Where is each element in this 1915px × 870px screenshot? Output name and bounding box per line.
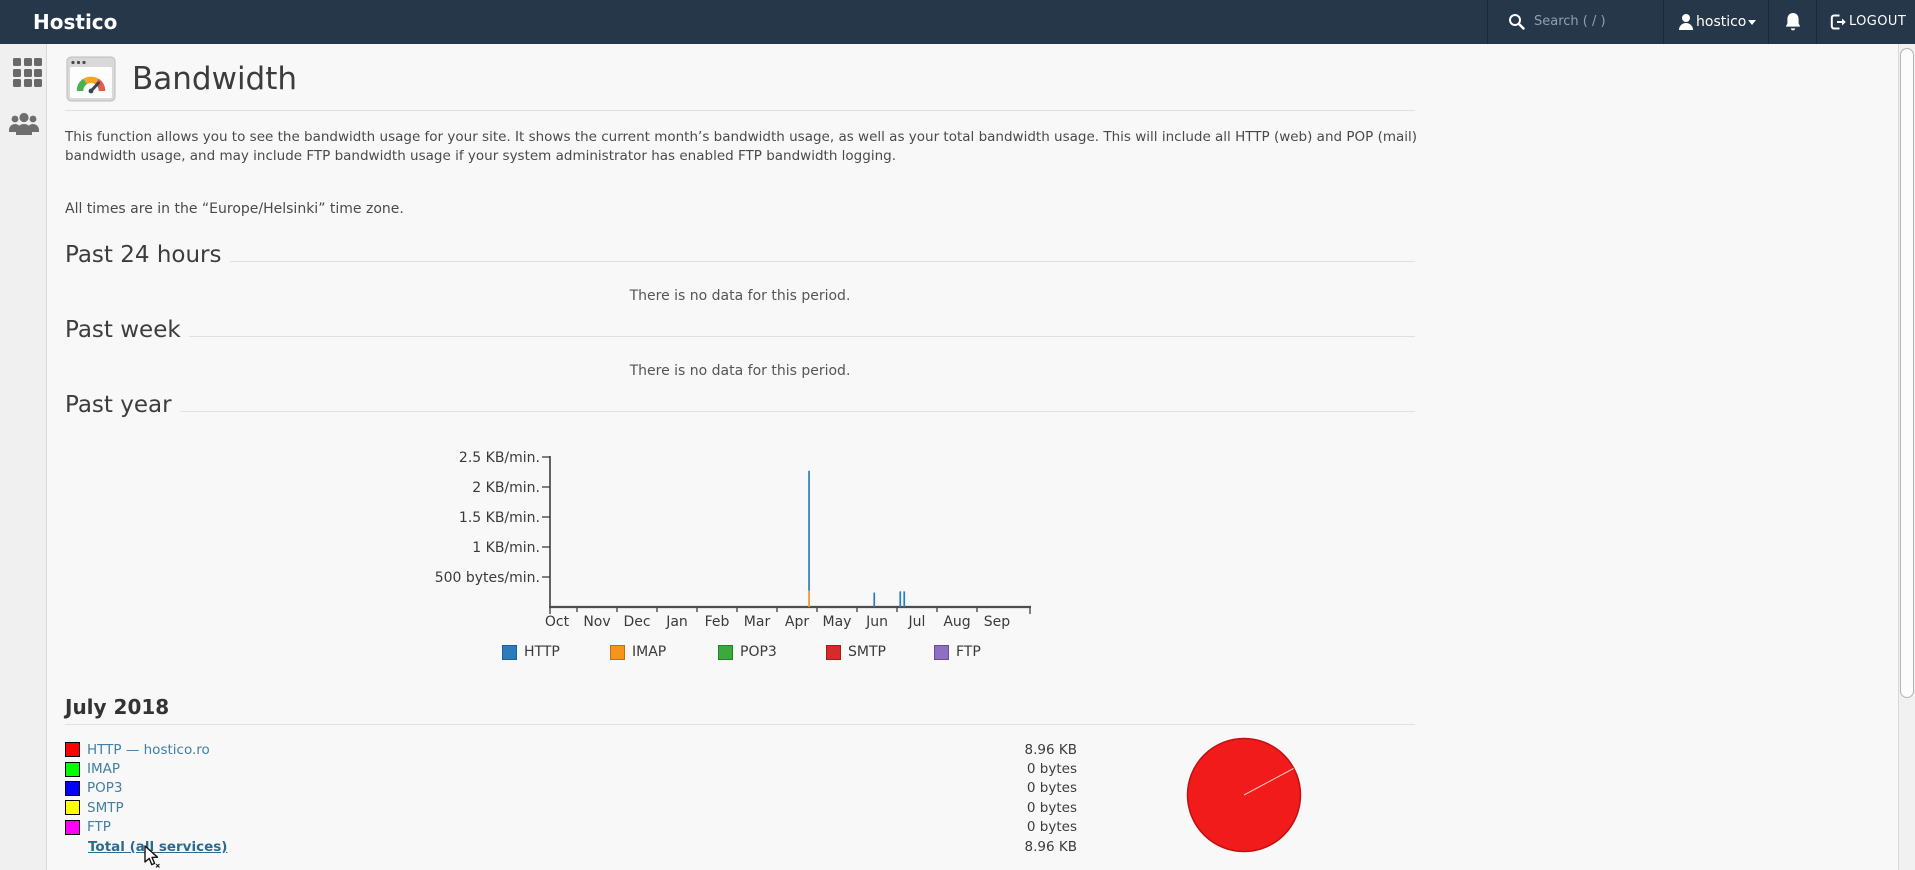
service-swatch-smtp (65, 800, 80, 816)
svg-text:Aug: Aug (943, 614, 970, 630)
svg-text:1.5 KB/min.: 1.5 KB/min. (459, 510, 540, 526)
page-description: This function allows you to see the band… (65, 129, 1418, 165)
past-year-chart: 2.5 KB/min. 2 KB/min. 1.5 KB/min. 1 KB/m… (430, 445, 1050, 649)
legend-swatch-smtp (826, 644, 841, 660)
service-value: 0 bytes (1026, 761, 1077, 778)
service-swatch-imap (65, 761, 80, 777)
legend-swatch-imap (610, 644, 625, 660)
service-link-http[interactable]: HTTP — hostico.ro (87, 742, 210, 758)
legend-swatch-ftp (934, 644, 949, 660)
service-link-imap[interactable]: IMAP (87, 761, 120, 777)
axis-ticks (542, 456, 1031, 614)
svg-text:Apr: Apr (785, 614, 809, 630)
brand-logo[interactable]: Hostico (33, 0, 117, 44)
service-link-smtp[interactable]: SMTP (87, 800, 124, 816)
svg-text:Feb: Feb (705, 614, 730, 630)
user-icon (1678, 13, 1694, 34)
svg-text:1 KB/min.: 1 KB/min. (472, 540, 540, 556)
table-row: FTP 0 bytes (65, 818, 1077, 837)
x-axis-labels: Oct Nov Dec Jan Feb Mar Apr May Jun Jul … (545, 614, 1010, 630)
svg-text:Jan: Jan (665, 614, 688, 630)
header-divider (1768, 0, 1769, 44)
legend-item: POP3 (718, 644, 826, 660)
month-section-title: July 2018 (65, 695, 170, 719)
svg-text:Jun: Jun (865, 614, 888, 630)
header-divider (1487, 0, 1488, 44)
service-value: 8.96 KB (1024, 741, 1077, 758)
timezone-note: All times are in the “Europe/Helsinki” t… (65, 201, 404, 217)
table-row-total: Total (all services) 8.96 KB (65, 837, 1077, 856)
month-section-divider (65, 724, 1415, 725)
svg-text:Nov: Nov (583, 614, 610, 630)
apps-grid-icon[interactable] (13, 58, 42, 87)
service-swatch-pop3 (65, 780, 80, 796)
service-swatch-http (65, 742, 80, 758)
july-usage-pie-chart (1186, 737, 1302, 853)
svg-text:2.5 KB/min.: 2.5 KB/min. (459, 450, 540, 466)
legend-item: SMTP (826, 644, 934, 660)
vertical-scrollbar[interactable] (1898, 44, 1915, 870)
bandwidth-spikes (808, 470, 906, 607)
chevron-down-icon[interactable] (1748, 20, 1756, 25)
service-value: 0 bytes (1026, 799, 1077, 816)
scrollbar-thumb[interactable] (1900, 48, 1914, 698)
logout-icon[interactable] (1830, 14, 1847, 34)
mouse-cursor (144, 845, 160, 868)
service-value: 0 bytes (1026, 819, 1077, 836)
svg-text:Oct: Oct (545, 614, 570, 630)
section-past-week: Past week (65, 317, 1415, 343)
legend-swatch-http (502, 644, 517, 660)
svg-text:Dec: Dec (623, 614, 650, 630)
bandwidth-table: HTTP — hostico.ro 8.96 KB IMAP 0 bytes P… (65, 740, 1077, 856)
total-value: 8.96 KB (1024, 838, 1077, 855)
service-link-ftp[interactable]: FTP (87, 819, 111, 835)
legend-item: IMAP (610, 644, 718, 660)
section-title: Past year (65, 392, 172, 418)
section-title: Past week (65, 317, 181, 343)
legend-item: FTP (934, 644, 1042, 660)
svg-text:May: May (823, 614, 852, 630)
table-row: IMAP 0 bytes (65, 759, 1077, 778)
section-past-24-hours: Past 24 hours (65, 242, 1415, 268)
user-menu[interactable]: hostico (1696, 0, 1746, 44)
service-value: 0 bytes (1026, 780, 1077, 797)
left-sidebar (0, 44, 47, 870)
users-group-icon[interactable] (7, 108, 41, 144)
search-icon[interactable] (1508, 13, 1525, 34)
y-axis-labels: 2.5 KB/min. 2 KB/min. 1.5 KB/min. 1 KB/m… (435, 450, 540, 586)
header-divider (1663, 0, 1664, 44)
table-row: POP3 0 bytes (65, 779, 1077, 798)
table-row: SMTP 0 bytes (65, 798, 1077, 817)
chart-legend: HTTP IMAP POP3 SMTP FTP (502, 644, 1042, 660)
top-navbar: Hostico Search ( / ) hostico LOGOUT (0, 0, 1915, 44)
page-title: Bandwidth (132, 61, 298, 97)
no-data-message: There is no data for this period. (629, 288, 851, 304)
service-swatch-ftp (65, 819, 80, 835)
logout-button[interactable]: LOGOUT (1849, 0, 1906, 44)
svg-text:Jul: Jul (908, 614, 926, 630)
title-divider (65, 110, 1415, 111)
no-data-message: There is no data for this period. (629, 363, 851, 379)
service-link-pop3[interactable]: POP3 (87, 780, 123, 796)
header-divider (1816, 0, 1817, 44)
svg-text:500 bytes/min.: 500 bytes/min. (435, 570, 540, 586)
svg-text:2 KB/min.: 2 KB/min. (472, 480, 540, 496)
table-row: HTTP — hostico.ro 8.96 KB (65, 740, 1077, 759)
svg-text:Sep: Sep (984, 614, 1011, 630)
bandwidth-app-icon (66, 56, 116, 102)
legend-swatch-pop3 (718, 644, 733, 660)
legend-item: HTTP (502, 644, 610, 660)
section-title: Past 24 hours (65, 242, 222, 268)
page-header: Bandwidth (66, 56, 297, 102)
search-input[interactable]: Search ( / ) (1534, 14, 1606, 29)
svg-text:Mar: Mar (744, 614, 771, 630)
section-past-year: Past year (65, 392, 1415, 418)
notifications-bell-icon[interactable] (1784, 12, 1802, 36)
